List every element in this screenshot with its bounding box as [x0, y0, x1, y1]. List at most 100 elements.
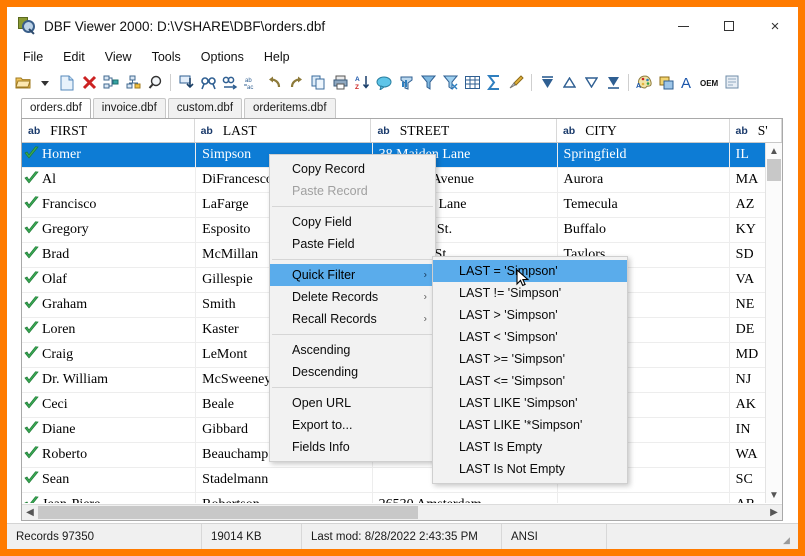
tab-custom-dbf[interactable]: custom.dbf	[167, 98, 243, 118]
cell-last[interactable]: Stadelmann	[196, 468, 373, 492]
cell-city[interactable]: Aurora	[558, 168, 730, 192]
menu-item-ascending[interactable]: Ascending	[270, 339, 435, 361]
horizontal-scroll-track[interactable]	[38, 505, 766, 520]
cell-first[interactable]: Craig	[22, 343, 197, 367]
maximize-button[interactable]	[706, 7, 752, 45]
menu-options[interactable]: Options	[192, 47, 253, 67]
filter-icon[interactable]	[418, 72, 438, 93]
find-icon[interactable]	[198, 72, 218, 93]
grid-horizontal-scrollbar[interactable]: ◀ ▶	[22, 504, 782, 520]
submenu-item-last-simpson[interactable]: LAST = 'Simpson'	[433, 260, 627, 282]
menu-item-export-to[interactable]: Export to...	[270, 414, 435, 436]
resize-grip-icon[interactable]: ◢	[783, 535, 795, 547]
menu-view[interactable]: View	[96, 47, 141, 67]
cell-first[interactable]: Graham	[22, 293, 197, 317]
cell-first[interactable]: Homer	[22, 143, 197, 167]
cell-last[interactable]: Robertson	[196, 493, 373, 503]
tab-orderitems-dbf[interactable]: orderitems.dbf	[244, 98, 336, 118]
menu-item-delete-records[interactable]: Delete Records ›	[270, 286, 435, 308]
menu-edit[interactable]: Edit	[54, 47, 94, 67]
scroll-down-icon[interactable]: ▼	[766, 487, 782, 503]
next-record-icon[interactable]	[581, 72, 601, 93]
cell-first[interactable]: Gregory	[22, 218, 197, 242]
submenu-item-last-like-simpson[interactable]: LAST LIKE 'Simpson'	[433, 392, 627, 414]
column-header-city[interactable]: ab CITY	[557, 119, 730, 142]
cell-street[interactable]: 26530 Amsterdam .	[373, 493, 558, 503]
brush-icon[interactable]	[506, 72, 526, 93]
scroll-up-icon[interactable]: ▲	[766, 143, 782, 159]
cell-first[interactable]: Olaf	[22, 268, 197, 292]
zoom-record-icon[interactable]	[145, 72, 165, 93]
menu-item-quick-filter[interactable]: Quick Filter ›	[270, 264, 435, 286]
add-field-icon[interactable]	[123, 72, 143, 93]
scroll-right-icon[interactable]: ▶	[766, 505, 782, 520]
menu-item-open-url[interactable]: Open URL	[270, 392, 435, 414]
cell-city[interactable]: Buffalo	[558, 218, 730, 242]
cell-first[interactable]: Al	[22, 168, 197, 192]
submenu-item-last-like-simpson[interactable]: LAST LIKE '*Simpson'	[433, 414, 627, 436]
column-header-last[interactable]: ab LAST	[195, 119, 372, 142]
column-header-first[interactable]: ab FIRST	[22, 119, 195, 142]
cell-city[interactable]: Temecula	[558, 193, 730, 217]
menu-item-copy-field[interactable]: Copy Field	[270, 211, 435, 233]
goto-record-icon[interactable]	[176, 72, 196, 93]
submenu-item-last-simpson[interactable]: LAST >= 'Simpson'	[433, 348, 627, 370]
menu-item-copy-record[interactable]: Copy Record	[270, 158, 435, 180]
cell-first[interactable]: Loren	[22, 318, 197, 342]
menu-help[interactable]: Help	[255, 47, 299, 67]
menu-file[interactable]: File	[14, 47, 52, 67]
cell-first[interactable]: Francisco	[22, 193, 197, 217]
search-text-icon[interactable]: ab ac	[242, 72, 262, 93]
submenu-item-last-simpson[interactable]: LAST < 'Simpson'	[433, 326, 627, 348]
menu-item-paste-field[interactable]: Paste Field	[270, 233, 435, 255]
column-header-state[interactable]: ab S'	[730, 119, 782, 142]
tab-orders-dbf[interactable]: orders.dbf	[21, 98, 91, 118]
structure-icon[interactable]	[101, 72, 121, 93]
cell-city[interactable]	[558, 493, 730, 503]
menu-tools[interactable]: Tools	[143, 47, 190, 67]
horizontal-scroll-thumb[interactable]	[38, 506, 418, 519]
memo-icon[interactable]	[722, 72, 742, 93]
scroll-left-icon[interactable]: ◀	[22, 505, 38, 520]
column-header-street[interactable]: ab STREET	[371, 119, 557, 142]
first-record-icon[interactable]	[537, 72, 557, 93]
palette-icon[interactable]: A	[634, 72, 654, 93]
layers-icon[interactable]	[656, 72, 676, 93]
cell-first[interactable]: Diane	[22, 418, 197, 442]
open-file-icon[interactable]	[13, 72, 33, 93]
open-dropdown-icon[interactable]	[35, 72, 55, 93]
cell-first[interactable]: Dr. William	[22, 368, 197, 392]
table-row[interactable]: Jean-Piere Robertson 26530 Amsterdam . AR	[22, 493, 782, 503]
submenu-item-last-simpson[interactable]: LAST <= 'Simpson'	[433, 370, 627, 392]
prev-record-icon[interactable]	[559, 72, 579, 93]
submenu-item-last-is-not-empty[interactable]: LAST Is Not Empty	[433, 458, 627, 480]
close-button[interactable]: ×	[752, 7, 798, 45]
vertical-scroll-track[interactable]	[766, 159, 782, 487]
sum-icon[interactable]	[484, 72, 504, 93]
submenu-item-last-is-empty[interactable]: LAST Is Empty	[433, 436, 627, 458]
grid-vertical-scrollbar[interactable]: ▲ ▼	[765, 143, 782, 503]
menu-item-descending[interactable]: Descending	[270, 361, 435, 383]
font-icon[interactable]: A	[678, 72, 698, 93]
minimize-button[interactable]	[660, 7, 706, 45]
tab-invoice-dbf[interactable]: invoice.dbf	[92, 98, 166, 118]
menu-item-fields-info[interactable]: Fields Info	[270, 436, 435, 458]
cell-first[interactable]: Ceci	[22, 393, 197, 417]
cell-first[interactable]: Roberto	[22, 443, 197, 467]
print-icon[interactable]	[330, 72, 350, 93]
filter-balloon-icon[interactable]	[374, 72, 394, 93]
table-row[interactable]: Sean Stadelmann SC	[22, 468, 782, 493]
new-file-icon[interactable]	[57, 72, 77, 93]
copy-icon[interactable]	[308, 72, 328, 93]
chart-icon[interactable]	[396, 72, 416, 93]
submenu-item-last-simpson[interactable]: LAST > 'Simpson'	[433, 304, 627, 326]
submenu-item-last-simpson[interactable]: LAST != 'Simpson'	[433, 282, 627, 304]
oem-icon[interactable]: OEM	[700, 72, 720, 93]
redo-icon[interactable]	[286, 72, 306, 93]
vertical-scroll-thumb[interactable]	[767, 159, 781, 181]
last-record-icon[interactable]	[603, 72, 623, 93]
cell-first[interactable]: Brad	[22, 243, 197, 267]
menu-item-recall-records[interactable]: Recall Records ›	[270, 308, 435, 330]
undo-icon[interactable]	[264, 72, 284, 93]
cell-city[interactable]: Springfield	[557, 143, 730, 167]
